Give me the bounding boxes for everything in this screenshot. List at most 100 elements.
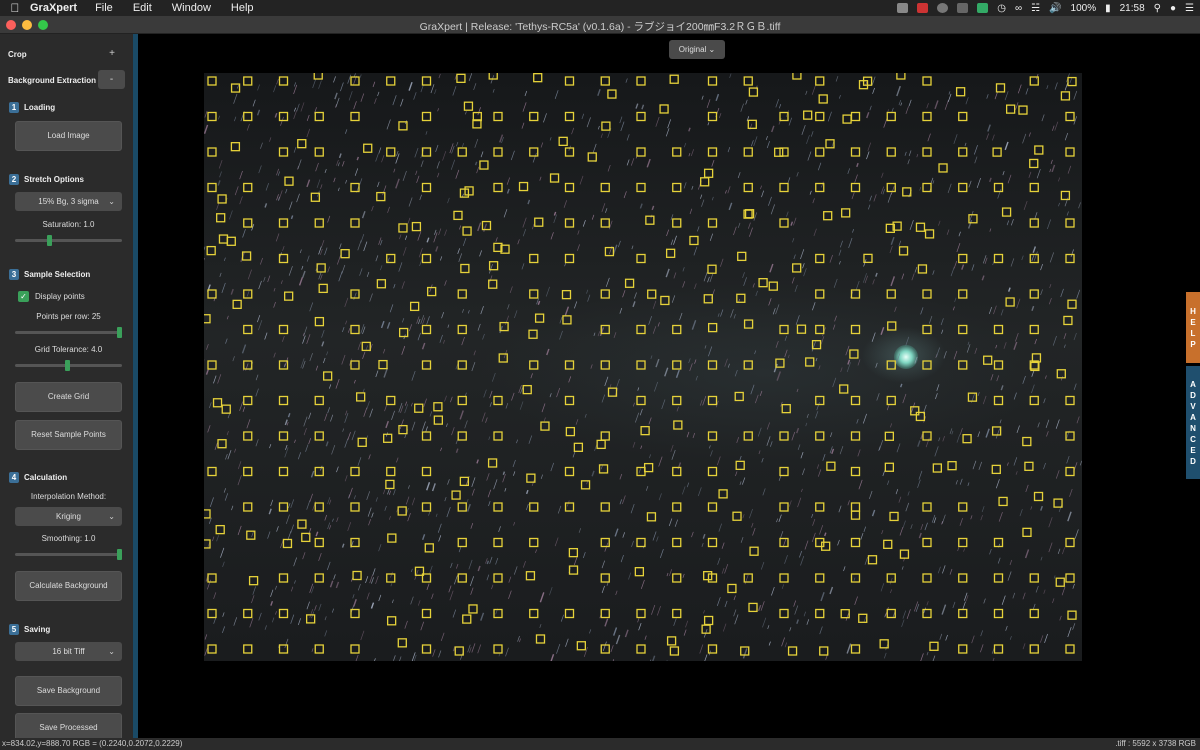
sample-point[interactable] <box>518 181 529 192</box>
sample-point[interactable] <box>243 502 253 512</box>
sample-point[interactable] <box>243 466 253 477</box>
save-background-button[interactable]: Save Background <box>15 676 122 706</box>
sample-point[interactable] <box>815 111 825 122</box>
sample-point[interactable] <box>993 395 1004 406</box>
sample-point[interactable] <box>1065 111 1075 122</box>
clock[interactable]: 21:58 <box>1120 3 1145 14</box>
sample-point[interactable] <box>278 644 289 654</box>
sample-point[interactable] <box>1067 299 1077 309</box>
sample-point[interactable] <box>1055 577 1065 587</box>
sample-point[interactable] <box>218 234 229 244</box>
sample-point[interactable] <box>958 537 968 548</box>
sample-point[interactable] <box>493 431 503 441</box>
sample-point[interactable] <box>922 324 932 335</box>
sample-point[interactable] <box>887 321 897 331</box>
sample-point[interactable] <box>708 322 718 333</box>
interpolation-dropdown[interactable]: Kriging ⌄ <box>15 507 122 526</box>
sample-point[interactable] <box>278 608 289 619</box>
sample-point[interactable] <box>958 360 968 370</box>
sample-point[interactable] <box>576 641 586 651</box>
sample-point[interactable] <box>636 76 646 86</box>
sample-point[interactable] <box>493 182 503 193</box>
sample-point[interactable] <box>826 461 836 471</box>
create-grid-button[interactable]: Create Grid <box>15 382 122 412</box>
sample-point[interactable] <box>314 644 324 654</box>
sample-point[interactable] <box>386 147 396 157</box>
sample-point[interactable] <box>462 226 472 236</box>
sample-point[interactable] <box>647 289 657 299</box>
menu-window[interactable]: Window <box>162 2 221 14</box>
sample-point[interactable] <box>463 101 474 111</box>
sample-point[interactable] <box>736 293 746 303</box>
sample-point[interactable] <box>993 644 1004 654</box>
sample-point[interactable] <box>749 546 759 556</box>
sample-point[interactable] <box>376 279 387 289</box>
sample-point[interactable] <box>841 208 851 218</box>
sample-point[interactable] <box>564 111 575 122</box>
sample-point[interactable] <box>818 94 828 104</box>
sample-point[interactable] <box>350 466 360 477</box>
sample-point[interactable] <box>867 555 878 565</box>
sample-point[interactable] <box>243 644 253 654</box>
sample-point[interactable] <box>230 142 241 152</box>
notification-center-icon[interactable]: ☰ <box>1185 3 1194 14</box>
sample-point[interactable] <box>993 324 1004 335</box>
sample-point[interactable] <box>278 111 289 122</box>
sample-point[interactable] <box>498 353 508 363</box>
sample-point[interactable] <box>457 537 467 548</box>
sample-point[interactable] <box>815 324 825 335</box>
sample-point[interactable] <box>350 608 360 619</box>
sample-point[interactable] <box>350 502 360 512</box>
sample-point[interactable] <box>995 83 1006 93</box>
sample-point[interactable] <box>363 143 373 153</box>
sample-point[interactable] <box>748 602 758 613</box>
sample-point[interactable] <box>421 644 432 654</box>
sample-point[interactable] <box>672 537 682 548</box>
sample-point[interactable] <box>314 573 324 583</box>
sample-point[interactable] <box>1065 253 1075 264</box>
sample-point[interactable] <box>796 324 807 334</box>
sample-point[interactable] <box>573 442 584 452</box>
sample-point[interactable] <box>672 360 682 370</box>
sample-point[interactable] <box>707 466 718 477</box>
sample-point[interactable] <box>672 147 682 157</box>
sample-point[interactable] <box>282 538 293 549</box>
points-per-row-slider[interactable] <box>15 327 122 338</box>
sample-point[interactable] <box>204 314 211 324</box>
sample-point[interactable] <box>350 324 360 335</box>
sample-point[interactable] <box>1029 218 1039 228</box>
sample-point[interactable] <box>922 573 932 583</box>
sample-point[interactable] <box>643 462 654 473</box>
sample-point[interactable] <box>421 253 432 264</box>
sample-point[interactable] <box>672 182 682 193</box>
sample-point[interactable] <box>779 218 789 228</box>
sample-point[interactable] <box>493 502 503 512</box>
slider-thumb[interactable] <box>117 327 122 338</box>
sample-point[interactable] <box>993 573 1004 583</box>
sample-point[interactable] <box>243 218 253 228</box>
sample-point[interactable] <box>424 543 434 553</box>
sample-point[interactable] <box>564 608 575 619</box>
sample-point[interactable] <box>207 360 217 370</box>
sample-point[interactable] <box>528 329 538 339</box>
sample-point[interactable] <box>493 644 503 654</box>
sample-point[interactable] <box>564 502 575 512</box>
sample-point[interactable] <box>1029 324 1039 335</box>
sample-point[interactable] <box>958 253 968 264</box>
sample-point[interactable] <box>529 253 539 264</box>
sample-point[interactable] <box>207 608 217 619</box>
sample-point[interactable] <box>815 253 825 264</box>
sample-point[interactable] <box>278 76 289 86</box>
sample-point[interactable] <box>600 76 610 86</box>
saturation-slider[interactable] <box>15 235 122 246</box>
sample-point[interactable] <box>457 395 467 406</box>
sample-point[interactable] <box>568 547 579 558</box>
sample-point[interactable] <box>462 614 472 624</box>
astro-image[interactable] <box>204 73 1082 661</box>
sample-point[interactable] <box>743 76 753 86</box>
sample-point[interactable] <box>386 573 396 583</box>
sample-point[interactable] <box>815 502 825 512</box>
sample-point[interactable] <box>850 644 861 654</box>
sample-point[interactable] <box>669 646 680 656</box>
sample-point[interactable] <box>815 147 825 157</box>
